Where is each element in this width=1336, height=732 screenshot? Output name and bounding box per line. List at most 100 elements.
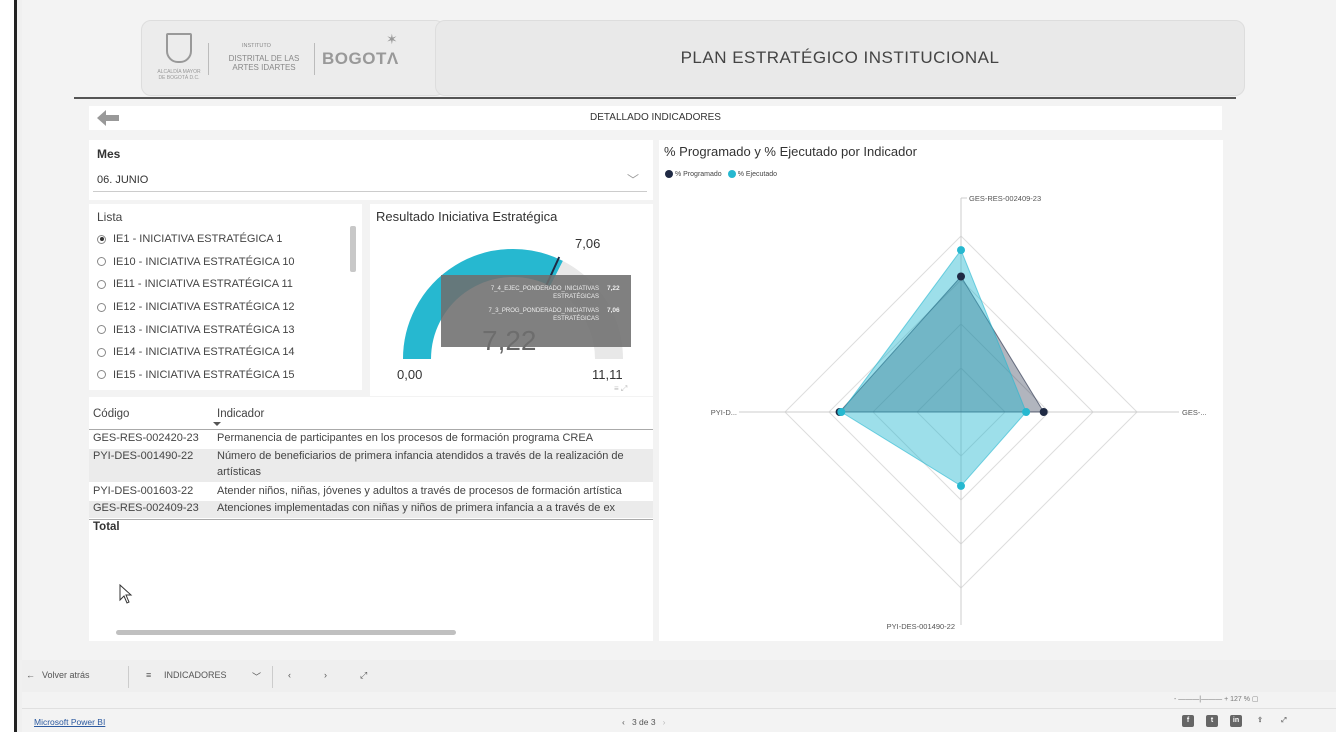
lista-label: Lista: [97, 210, 123, 224]
gauge-min-label: 0,00: [397, 367, 423, 382]
gauge-target-label: 7,06: [575, 236, 601, 251]
prev-page-button[interactable]: ‹: [288, 670, 291, 680]
table-row[interactable]: GES-RES-002420-23 Permanencia de partici…: [89, 432, 653, 448]
table-row[interactable]: PYI-DES-001603-22 Atender niños, niñas, …: [89, 485, 653, 501]
zoom-in-icon[interactable]: +: [1224, 696, 1228, 703]
radar-data-point: [957, 272, 965, 281]
prev-report-page-icon[interactable]: ‹: [622, 717, 625, 727]
lista-item-label: IE11 - INICIATIVA ESTRATÉGICA 11: [113, 278, 293, 291]
lista-item-label: IE14 - INICIATIVA ESTRATÉGICA 14: [113, 346, 295, 359]
next-report-page-icon[interactable]: ›: [663, 717, 666, 727]
radio-icon[interactable]: [97, 257, 106, 267]
facebook-icon[interactable]: f: [1182, 715, 1194, 727]
logo-small-text: INSTITUTO: [242, 43, 271, 49]
lista-item-label: IE15 - INICIATIVA ESTRATÉGICA 15: [113, 368, 295, 381]
page-nav-bar: ← Volver atrás ≡ INDICADORES ﹀ ‹ › ⤢: [22, 660, 1336, 692]
fullscreen-icon[interactable]: ⤢: [360, 670, 367, 681]
table-row[interactable]: PYI-DES-001490-22 Número de beneficiario…: [89, 449, 653, 482]
expand-icon[interactable]: ⤢: [1278, 715, 1290, 727]
lista-item[interactable]: IE10 - INICIATIVA ESTRATÉGICA 10: [97, 251, 295, 274]
cell-indicator: Atender niños, niñas, jóvenes y adultos …: [217, 485, 622, 497]
table-hscrollbar[interactable]: [116, 630, 456, 635]
chevron-down-icon: ﹀: [626, 173, 639, 187]
radio-icon[interactable]: [97, 302, 106, 312]
page-title: PLAN ESTRATÉGICO INSTITUCIONAL: [680, 48, 1000, 67]
zoom-out-icon[interactable]: -: [1174, 696, 1176, 703]
table-header-indicador[interactable]: Indicador: [217, 408, 264, 420]
lista-item-label: IE1 - INICIATIVA ESTRATÉGICA 1: [113, 233, 283, 246]
radar-axis-label: PYI-D...: [711, 408, 737, 417]
nav-divider: [128, 666, 129, 688]
share-icon[interactable]: ⇪: [1254, 715, 1266, 727]
lista-item[interactable]: IE14 - INICIATIVA ESTRATÉGICA 14: [97, 341, 295, 364]
radio-icon[interactable]: [97, 347, 106, 357]
fit-page-icon[interactable]: ▢: [1252, 696, 1259, 703]
lista-slicer: Lista IE1 - INICIATIVA ESTRATÉGICA 1 IE1…: [89, 204, 362, 390]
back-button[interactable]: Volver atrás: [42, 670, 90, 680]
tooltip-value: 7,06: [607, 307, 620, 314]
radar-axis-label: GES-...: [1182, 408, 1207, 417]
lista-items: IE1 - INICIATIVA ESTRATÉGICA 1 IE10 - IN…: [97, 228, 295, 386]
cell-indicator: Permanencia de participantes en los proc…: [217, 432, 594, 444]
next-page-button[interactable]: ›: [324, 670, 327, 680]
page-counter-text: 3 de 3: [631, 717, 656, 727]
tooltip-label: 7_4_EJEC_PONDERADO_INICIATIVAS ESTRATÉGI…: [490, 286, 599, 300]
radio-icon[interactable]: [97, 325, 106, 335]
mes-dropdown[interactable]: 06. JUNIO ﹀: [93, 168, 647, 192]
zoom-bar: - ———|——— + 127 % ▢: [22, 692, 1336, 708]
radio-icon[interactable]: [97, 279, 106, 289]
mes-label: Mes: [97, 147, 121, 161]
lista-item[interactable]: IE15 - INICIATIVA ESTRATÉGICA 15: [97, 364, 295, 387]
sort-desc-icon: [213, 422, 221, 426]
table-total: Total: [93, 521, 120, 533]
logo-divider: [208, 43, 209, 75]
powerbi-link[interactable]: Microsoft Power BI: [34, 717, 105, 727]
lista-item[interactable]: IE1 - INICIATIVA ESTRATÉGICA 1: [97, 228, 295, 251]
subheader-title: DETALLADO INDICADORES: [590, 112, 721, 123]
radar-data-point: [957, 246, 965, 255]
lista-scrollbar[interactable]: [350, 226, 356, 272]
filter-icon[interactable]: ≡ ⤢: [614, 384, 627, 394]
cell-code: PYI-DES-001603-22: [93, 485, 194, 497]
radio-icon[interactable]: [97, 370, 106, 380]
lista-item-label: IE10 - INICIATIVA ESTRATÉGICA 10: [113, 255, 295, 268]
back-chevron-icon[interactable]: ←: [26, 670, 35, 680]
radar-data-point: [1039, 408, 1048, 416]
tooltip-row: 7_3_PROG_PONDERADO_INICIATIVAS ESTRATÉGI…: [447, 307, 625, 323]
page-selector[interactable]: INDICADORES: [164, 670, 227, 680]
lista-item[interactable]: IE11 - INICIATIVA ESTRATÉGICA 11: [97, 273, 295, 296]
zoom-level: 127 %: [1230, 696, 1250, 703]
radar-chart[interactable]: GES-RES-002409-23 GES-... PYI-DES-001490-2…: [659, 140, 1223, 641]
tooltip-label: 7_3_PROG_PONDERADO_INICIATIVAS ESTRATÉGI…: [488, 308, 599, 322]
radar-data-point: [1022, 408, 1031, 416]
radar-axis-label: PYI-DES-001490-22: [887, 622, 955, 631]
table-row[interactable]: GES-RES-002409-23 Atenciones implementad…: [89, 501, 653, 518]
chevron-down-icon[interactable]: ﹀: [252, 670, 261, 683]
radar-chart-visual: % Programado y % Ejecutado por Indicador…: [659, 140, 1223, 641]
cell-indicator: Número de beneficiarios de primera infan…: [217, 450, 624, 462]
twitter-icon[interactable]: t: [1206, 715, 1218, 727]
cell-code: GES-RES-002409-23: [93, 502, 199, 514]
pages-menu-icon[interactable]: ≡: [146, 670, 151, 680]
star-icon: ✶: [386, 31, 398, 47]
lista-item[interactable]: IE12 - INICIATIVA ESTRATÉGICA 12: [97, 296, 295, 319]
radar-data-point: [837, 408, 846, 416]
radar-data-point: [957, 481, 965, 490]
page-counter: ‹ 3 de 3 ›: [622, 717, 666, 727]
zoom-control[interactable]: - ———|——— + 127 % ▢: [1174, 695, 1259, 703]
header-divider: [74, 97, 1236, 99]
logo-subtext: ALCALDÍA MAYOR DE BOGOTÁ D.C.: [157, 69, 201, 81]
lista-item-label: IE12 - INICIATIVA ESTRATÉGICA 12: [113, 301, 295, 314]
radar-axis-label: GES-RES-002409-23: [969, 194, 1041, 203]
bogota-shield-icon: [166, 33, 192, 63]
table-header-codigo[interactable]: Código: [93, 408, 129, 420]
lista-item[interactable]: IE13 - INICIATIVA ESTRATÉGICA 13: [97, 318, 295, 341]
gauge-max-label: 11,11: [592, 367, 623, 382]
footer-bar: Microsoft Power BI ‹ 3 de 3 › f t in ⇪ ⤢: [22, 708, 1336, 732]
table-divider: [89, 429, 653, 430]
linkedin-icon[interactable]: in: [1230, 715, 1242, 727]
logo-institute: DISTRITAL DE LAS ARTES IDARTES: [228, 54, 300, 72]
window-left-border: [0, 0, 17, 732]
radio-selected-icon[interactable]: [97, 234, 106, 244]
gauge-tooltip: 7_4_EJEC_PONDERADO_INICIATIVAS ESTRATÉGI…: [441, 275, 631, 347]
